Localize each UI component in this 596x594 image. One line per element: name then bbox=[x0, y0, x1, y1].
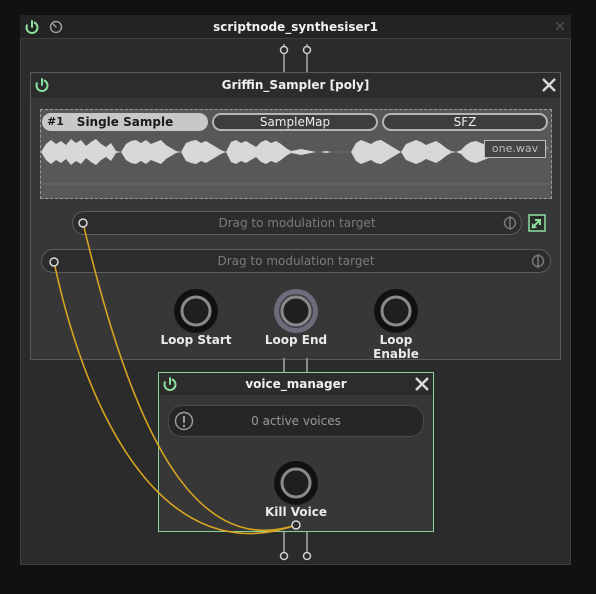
kill-voice-mod-port bbox=[291, 520, 301, 530]
modulation-cables bbox=[49, 218, 301, 535]
modulation-source-1-port bbox=[78, 218, 88, 228]
modulation-source-2-port bbox=[49, 257, 59, 267]
